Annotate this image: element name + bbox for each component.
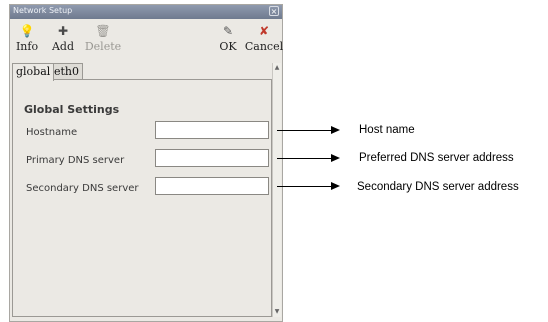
- tab-bar: global eth0: [10, 63, 270, 81]
- add-icon: ✚: [57, 24, 69, 38]
- tab-global[interactable]: global: [12, 63, 55, 81]
- hostname-label: Hostname: [26, 127, 78, 138]
- network-setup-window: Network Setup × 💡 Info ✚ Add 🗑 Delete ✎ …: [9, 4, 283, 322]
- global-settings-heading: Global Settings: [24, 103, 120, 116]
- primary-dns-arrow-head: [331, 154, 340, 162]
- primary-dns-input[interactable]: [155, 149, 269, 167]
- secondary-dns-arrow-line: [277, 186, 332, 187]
- scroll-up-icon[interactable]: ▲: [273, 64, 281, 71]
- toolbar: 💡 Info ✚ Add 🗑 Delete ✎ OK ✘ Cancel: [7, 19, 284, 61]
- cancel-icon: ✘: [258, 24, 270, 38]
- secondary-dns-arrow-head: [331, 182, 340, 190]
- ok-button[interactable]: ✎ OK: [208, 23, 248, 53]
- tab-eth0[interactable]: eth0: [50, 63, 84, 80]
- ok-icon: ✎: [222, 24, 234, 38]
- trash-icon: 🗑: [95, 24, 111, 38]
- info-bulb-icon: 💡: [19, 24, 35, 38]
- window-title: Network Setup: [13, 6, 73, 15]
- ok-button-label: OK: [219, 40, 237, 53]
- primary-dns-label: Primary DNS server: [26, 155, 125, 166]
- window-close-icon[interactable]: ×: [269, 6, 279, 16]
- hostname-arrow-head: [331, 126, 340, 134]
- hostname-annotation: Host name: [359, 124, 415, 136]
- secondary-dns-input[interactable]: [155, 177, 269, 195]
- primary-dns-arrow-line: [277, 158, 332, 159]
- info-button-label: Info: [15, 40, 39, 53]
- hostname-input[interactable]: [155, 121, 269, 139]
- info-button[interactable]: 💡 Info: [7, 23, 47, 53]
- delete-button[interactable]: 🗑 Delete: [83, 23, 123, 53]
- scrollbar[interactable]: ▲ ▼: [272, 63, 281, 317]
- secondary-dns-label: Secondary DNS server: [26, 183, 139, 194]
- delete-button-label: Delete: [84, 40, 122, 53]
- add-button-label: Add: [51, 40, 75, 53]
- cancel-button[interactable]: ✘ Cancel: [244, 23, 284, 53]
- scroll-down-icon[interactable]: ▼: [273, 308, 281, 315]
- cancel-button-label: Cancel: [244, 40, 284, 53]
- secondary-dns-annotation: Secondary DNS server address: [357, 181, 519, 193]
- title-bar[interactable]: Network Setup ×: [10, 5, 282, 19]
- hostname-arrow-line: [277, 130, 332, 131]
- add-button[interactable]: ✚ Add: [43, 23, 83, 53]
- primary-dns-annotation: Preferred DNS server address: [359, 152, 514, 164]
